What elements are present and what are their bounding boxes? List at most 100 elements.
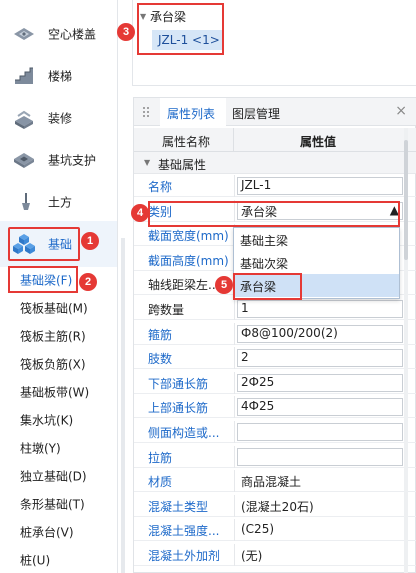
property-value: Ф8@100/200(2): [241, 325, 338, 340]
group-label: 基础属性: [158, 158, 207, 172]
column-header-value: 属性值: [300, 135, 337, 149]
sub-item-raft-neg-rebar[interactable]: 筏板负筋(X): [0, 350, 117, 378]
property-group-header[interactable]: ▼ 基础属性: [134, 152, 416, 174]
property-name: 上部通长筋: [148, 401, 209, 416]
property-table-header: 属性名称 属性值: [134, 128, 416, 152]
sub-item-label: 独立基础(D): [20, 469, 87, 484]
property-row[interactable]: 混凝土类型 (混凝土20石): [134, 494, 416, 517]
drag-grip-icon[interactable]: [142, 106, 150, 118]
category-earthwork[interactable]: 土方: [0, 179, 117, 225]
dropdown-option-main-beam[interactable]: 基础主梁: [234, 228, 399, 251]
column-header-name: 属性名称: [162, 135, 211, 149]
category-label: 基坑支护: [48, 153, 97, 168]
property-value-field[interactable]: [237, 300, 403, 318]
highlight-box-category-field: [148, 201, 400, 227]
property-row[interactable]: 肢数 2: [134, 347, 416, 370]
tab-layer-management[interactable]: 图层管理: [232, 105, 280, 122]
property-name: 混凝土类型: [148, 499, 209, 514]
sub-item-slab-strip[interactable]: 基础板带(W): [0, 378, 117, 406]
property-value-cell[interactable]: [234, 421, 405, 443]
sub-item-label: 筏板负筋(X): [20, 357, 86, 372]
property-name: 下部通长筋: [148, 376, 209, 391]
property-value-field[interactable]: [237, 423, 403, 441]
property-row[interactable]: 拉筋: [134, 445, 416, 468]
sub-item-label: 筏板基础(M): [20, 301, 88, 316]
property-value: 2: [241, 350, 249, 365]
panel-tab-bar: 属性列表 图层管理 ×: [134, 98, 416, 126]
stairs-icon: [15, 67, 33, 84]
highlight-box-category: [8, 227, 80, 261]
property-value-cell[interactable]: 商品混凝土: [234, 470, 405, 493]
category-label: 土方: [48, 195, 73, 210]
property-row[interactable]: 跨数量 1: [134, 298, 416, 320]
property-name: 名称: [148, 180, 173, 194]
sub-item-label: 筏板主筋(R): [20, 329, 86, 344]
sub-item-raft-foundation[interactable]: 筏板基础(M): [0, 294, 117, 322]
property-name: 跨数量: [148, 303, 185, 317]
category-stairs[interactable]: 楼梯: [0, 53, 117, 99]
sub-item-pile-cap[interactable]: 桩承台(V): [0, 518, 117, 546]
sub-item-isolated-footing[interactable]: 独立基础(D): [0, 462, 117, 490]
tab-label: 属性列表: [167, 107, 216, 121]
sidebar-scrollbar[interactable]: [121, 238, 125, 573]
property-value: (C25): [241, 522, 275, 537]
sub-item-label: 柱墩(Y): [20, 441, 61, 456]
category-decoration[interactable]: 装修: [0, 95, 117, 141]
step-badge-3: 3: [117, 23, 135, 41]
property-row[interactable]: 上部通长筋 4Ф25: [134, 396, 416, 419]
sub-item-label: 桩承台(V): [20, 525, 74, 540]
tab-property-list[interactable]: 属性列表: [160, 98, 226, 126]
sub-item-sump-pit[interactable]: 集水坑(K): [0, 406, 117, 434]
property-value: JZL-1: [241, 178, 272, 192]
sub-item-pile[interactable]: 桩(U): [0, 546, 117, 573]
property-value-cell[interactable]: 1: [234, 298, 405, 320]
category-label: 楼梯: [48, 69, 73, 84]
category-label: 装修: [48, 111, 73, 126]
property-value: 商品混凝土: [241, 475, 302, 490]
property-name: 截面高度(mm): [148, 253, 229, 268]
property-name: 肢数: [148, 352, 173, 367]
property-row[interactable]: 箍筋 Ф8@100/200(2): [134, 322, 416, 345]
panel-scrollbar-thumb[interactable]: [404, 140, 408, 260]
property-value-cell[interactable]: JZL-1: [234, 175, 405, 197]
category-hollow-floor[interactable]: 空心楼盖: [0, 11, 117, 57]
property-value-field[interactable]: [237, 447, 403, 466]
property-value: 2Ф25: [241, 374, 275, 389]
sub-item-label: 基础板带(W): [20, 385, 90, 400]
category-pit-support[interactable]: 基坑支护: [0, 137, 117, 183]
hollow-floor-icon: [14, 28, 34, 40]
property-row[interactable]: 侧面构造或...: [134, 421, 416, 443]
property-value-cell[interactable]: 2Ф25: [234, 371, 405, 394]
property-value-field[interactable]: [237, 349, 403, 368]
property-value-cell[interactable]: 2: [234, 347, 405, 370]
property-row[interactable]: 混凝土强度... (C25): [134, 519, 416, 542]
column-divider: [233, 128, 234, 152]
property-name: 截面宽度(mm): [148, 229, 229, 244]
property-row[interactable]: 名称 JZL-1: [134, 175, 416, 197]
property-value: 4Ф25: [241, 399, 275, 414]
dropdown-option-secondary-beam[interactable]: 基础次梁: [234, 251, 399, 274]
sub-item-column-pier[interactable]: 柱墩(Y): [0, 434, 117, 462]
sub-item-label: 条形基础(T): [20, 497, 85, 512]
property-value-cell[interactable]: 4Ф25: [234, 396, 405, 419]
property-value-cell[interactable]: [234, 445, 405, 468]
highlight-box-subitem: [8, 266, 78, 293]
property-row[interactable]: 混凝土外加剂 (无): [134, 544, 416, 566]
property-value: 1: [241, 301, 249, 315]
sub-item-strip-footing[interactable]: 条形基础(T): [0, 490, 117, 518]
sub-item-raft-main-rebar[interactable]: 筏板主筋(R): [0, 322, 117, 350]
highlight-box-option: [233, 273, 302, 300]
sub-item-label: 集水坑(K): [20, 413, 74, 428]
property-row[interactable]: 材质 商品混凝土: [134, 470, 416, 493]
close-icon[interactable]: ×: [395, 103, 407, 119]
property-value-cell[interactable]: (无): [234, 544, 405, 566]
sub-item-label: 桩(U): [20, 553, 51, 568]
property-value-cell[interactable]: Ф8@100/200(2): [234, 322, 405, 345]
property-name: 箍筋: [148, 327, 173, 342]
property-name: 混凝土强度...: [148, 524, 220, 539]
step-badge-2: 2: [79, 273, 97, 291]
property-value-cell[interactable]: (C25): [234, 519, 405, 542]
option-label: 基础次梁: [240, 257, 289, 271]
property-row[interactable]: 下部通长筋 2Ф25: [134, 371, 416, 394]
property-value-cell[interactable]: (混凝土20石): [234, 494, 405, 517]
